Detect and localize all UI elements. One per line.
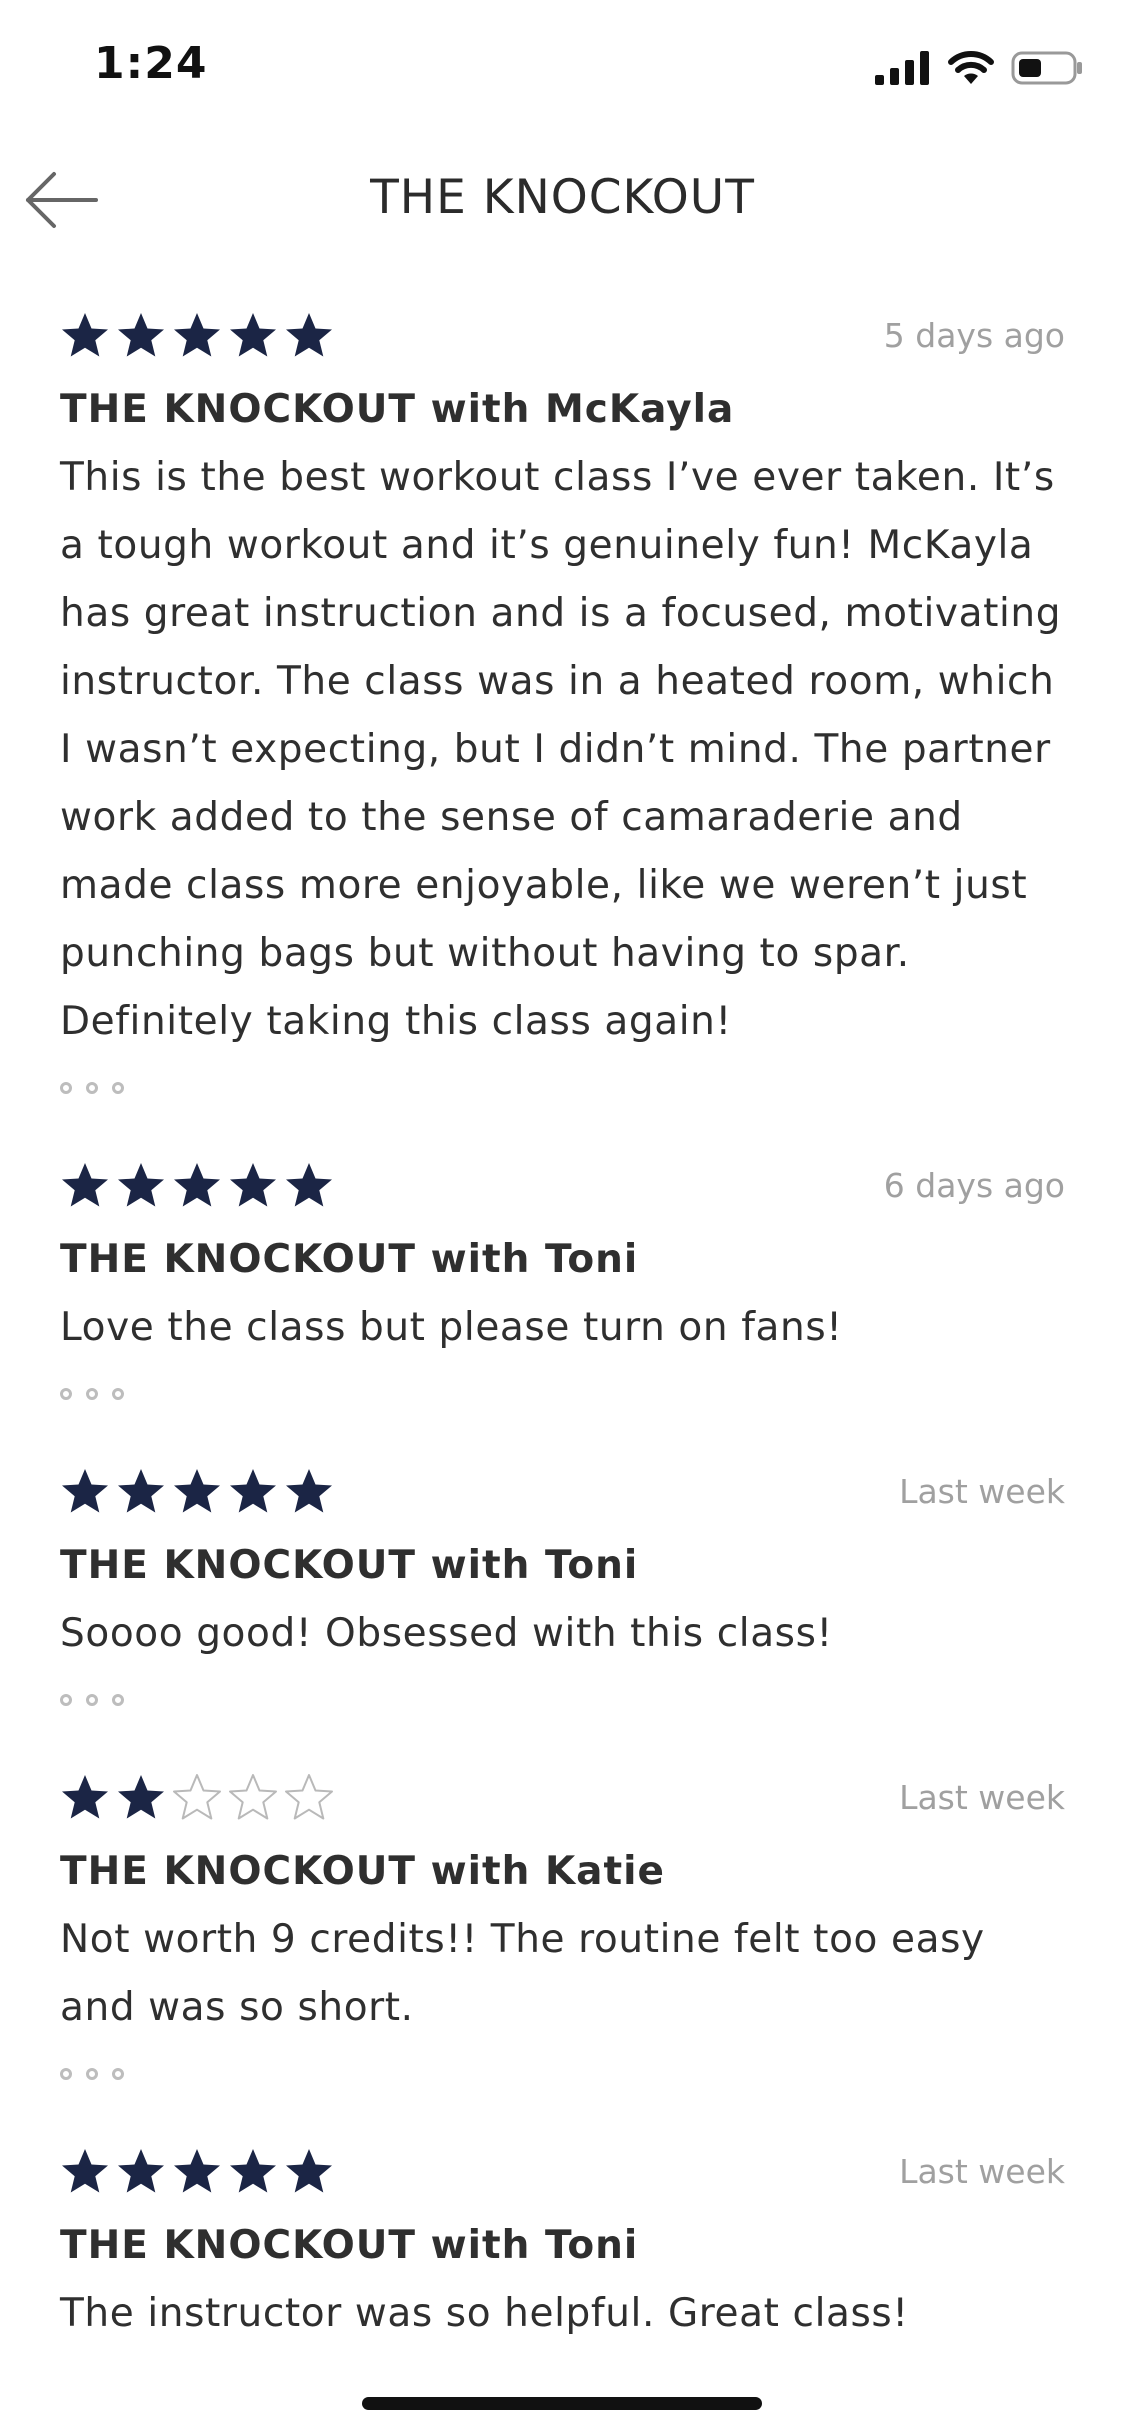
star-filled-icon (174, 2149, 220, 2193)
dot-icon (60, 2068, 72, 2080)
star-filled-icon (118, 1163, 164, 1207)
star-empty-icon (173, 1774, 221, 1820)
review-text: Soooo good! Obsessed with this class! (60, 1611, 833, 1656)
star-filled-icon (230, 1469, 276, 1513)
review-text: Love the class but please turn on fans! (60, 1305, 843, 1350)
review-date: 6 days ago (883, 1165, 1065, 1205)
status-time: 1:24 (94, 38, 208, 89)
dot-icon (112, 1082, 124, 1094)
star-filled-icon (286, 1163, 332, 1207)
review-text: The instructor was so helpful. Great cla… (60, 2291, 909, 2336)
wifi-icon (948, 51, 994, 84)
star-filled-icon (118, 1775, 164, 1819)
more-options-button[interactable] (60, 1076, 1065, 1100)
review-date: Last week (899, 1777, 1065, 1817)
star-filled-icon (174, 1469, 220, 1513)
star-rating (60, 2146, 334, 2196)
star-filled-icon (286, 2149, 332, 2193)
dot-icon (60, 1388, 72, 1400)
more-options-button[interactable] (60, 1382, 1065, 1406)
star-rating (60, 310, 334, 360)
review-title: THE KNOCKOUT with Toni (60, 2223, 639, 2268)
dot-icon (112, 1694, 124, 1706)
star-filled-icon (286, 1469, 332, 1513)
battery-icon (1011, 51, 1082, 85)
dot-icon (86, 2068, 98, 2080)
review-text: This is the best workout class I’ve ever… (60, 455, 1062, 1044)
star-filled-icon (62, 1163, 108, 1207)
more-options-button[interactable] (60, 2062, 1065, 2086)
star-rating (60, 1466, 334, 1516)
page-title: THE KNOCKOUT (370, 170, 755, 225)
star-filled-icon (230, 313, 276, 357)
signal-icon (875, 51, 929, 85)
status-icons (875, 50, 1083, 86)
review-title: THE KNOCKOUT with McKayla (60, 387, 735, 432)
dot-icon (86, 1388, 98, 1400)
review-item: 6 days ago THE KNOCKOUT with Toni Love t… (0, 1150, 1125, 1406)
review-item: 5 days ago THE KNOCKOUT with McKayla Thi… (0, 300, 1125, 1100)
star-filled-icon (62, 313, 108, 357)
dot-icon (60, 1694, 72, 1706)
review-text: Not worth 9 credits!! The routine felt t… (60, 1917, 985, 2030)
dot-icon (86, 1694, 98, 1706)
star-filled-icon (174, 1163, 220, 1207)
review-item: Last week THE KNOCKOUT with Toni Soooo g… (0, 1456, 1125, 1712)
star-filled-icon (230, 2149, 276, 2193)
star-filled-icon (118, 1469, 164, 1513)
dot-icon (86, 1082, 98, 1094)
star-filled-icon (174, 313, 220, 357)
more-options-button[interactable] (60, 1688, 1065, 1712)
star-filled-icon (286, 313, 332, 357)
review-date: Last week (899, 1471, 1065, 1511)
star-empty-icon (285, 1774, 333, 1820)
nav-bar: THE KNOCKOUT (0, 150, 1125, 250)
star-filled-icon (62, 1469, 108, 1513)
review-date: 5 days ago (883, 315, 1065, 355)
review-item: Last week THE KNOCKOUT with Toni The ins… (0, 2136, 1125, 2348)
star-filled-icon (62, 1775, 108, 1819)
star-empty-icon (229, 1774, 277, 1820)
review-date: Last week (899, 2151, 1065, 2191)
star-filled-icon (62, 2149, 108, 2193)
star-rating (60, 1160, 334, 1210)
home-indicator[interactable] (362, 2397, 762, 2410)
review-title: THE KNOCKOUT with Katie (60, 1849, 665, 1894)
star-filled-icon (118, 313, 164, 357)
review-title: THE KNOCKOUT with Toni (60, 1543, 639, 1588)
dot-icon (112, 2068, 124, 2080)
star-rating (60, 1772, 334, 1822)
status-bar: 1:24 (0, 0, 1125, 140)
review-item: Last week THE KNOCKOUT with Katie Not wo… (0, 1762, 1125, 2086)
star-filled-icon (118, 2149, 164, 2193)
dot-icon (60, 1082, 72, 1094)
star-filled-icon (230, 1163, 276, 1207)
review-list: 5 days ago THE KNOCKOUT with McKayla Thi… (0, 300, 1125, 2398)
dot-icon (112, 1388, 124, 1400)
review-title: THE KNOCKOUT with Toni (60, 1237, 639, 1282)
